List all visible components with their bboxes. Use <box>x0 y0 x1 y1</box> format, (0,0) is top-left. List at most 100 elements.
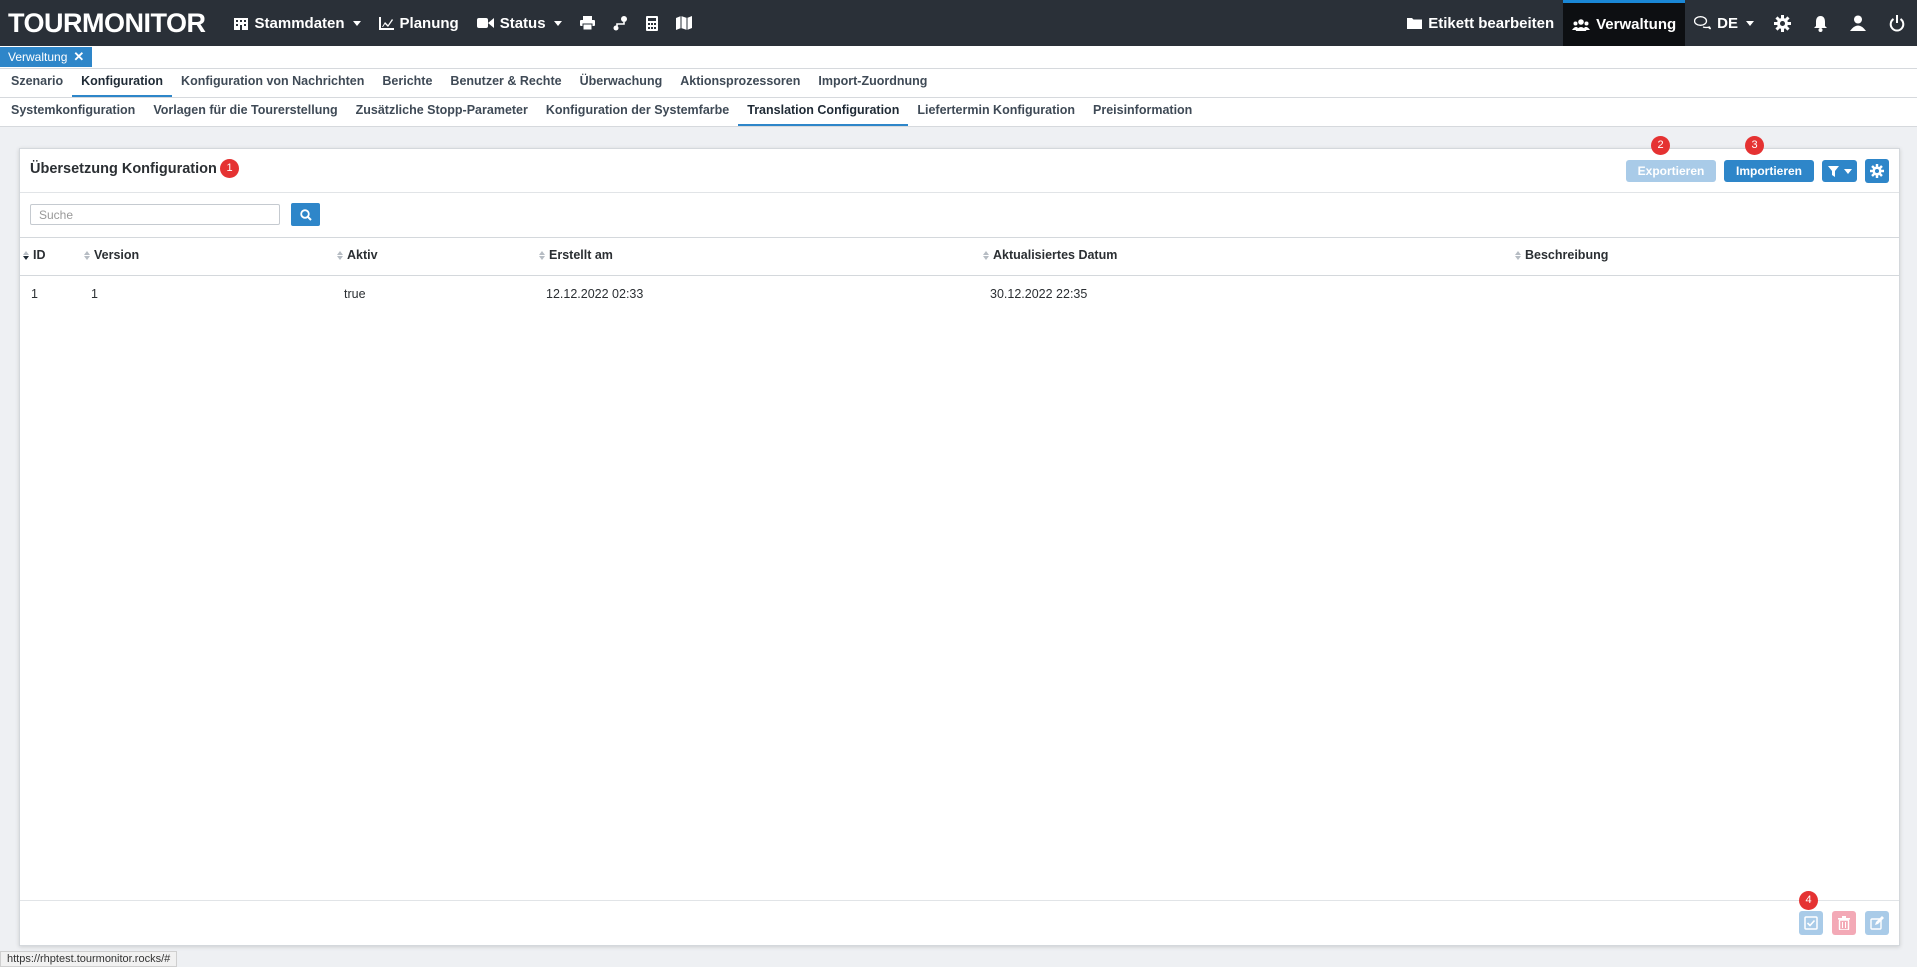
chevron-down-icon <box>352 20 361 26</box>
submenu-stopp-parameter[interactable]: Zusätzliche Stopp-Parameter <box>347 98 537 126</box>
search-icon <box>299 208 312 221</box>
nav-stammdaten-label: Stammdaten <box>254 14 345 32</box>
edit-icon <box>1870 916 1884 930</box>
select-all-button[interactable] <box>1799 911 1823 935</box>
table-row[interactable]: 1 1 true 12.12.2022 02:33 30.12.2022 22:… <box>20 276 1899 312</box>
profile-button[interactable] <box>1839 0 1877 46</box>
submenu-liefertermin[interactable]: Liefertermin Konfiguration <box>908 98 1084 126</box>
annotation-badge: 2 <box>1651 136 1670 155</box>
close-icon[interactable]: ✕ <box>73 49 84 65</box>
annotation-badge: 1 <box>220 159 239 178</box>
menu-szenario[interactable]: Szenario <box>2 69 72 97</box>
data-table: ID Version Aktiv Erstellt am Aktualisier… <box>20 237 1899 312</box>
chart-icon <box>378 16 394 30</box>
route-icon <box>613 15 627 30</box>
menu-konfiguration-nachrichten[interactable]: Konfiguration von Nachrichten <box>172 69 373 97</box>
chevron-down-icon <box>1746 20 1754 26</box>
config-submenu: Systemkonfiguration Vorlagen für die Tou… <box>0 98 1917 127</box>
cell-aktualisiert: 30.12.2022 22:35 <box>990 287 1088 301</box>
check-square-icon <box>1804 916 1818 930</box>
column-header-beschreibung[interactable]: Beschreibung <box>1515 248 1608 262</box>
brand-logo[interactable]: TOURMONITOR <box>8 8 206 39</box>
language-selector[interactable]: DE <box>1685 0 1763 46</box>
submenu-preisinformation[interactable]: Preisinformation <box>1084 98 1201 126</box>
top-navbar: TOURMONITOR Stammdaten Planung Status Et… <box>0 0 1917 46</box>
panel-footer: 4 <box>20 891 1899 946</box>
document-tab-strip: Verwaltung ✕ <box>0 46 1917 69</box>
column-header-label: Version <box>94 248 140 262</box>
menu-ueberwachung[interactable]: Überwachung <box>571 69 672 97</box>
edit-label-button[interactable]: Etikett bearbeiten <box>1398 0 1563 46</box>
gear-icon <box>1870 164 1884 178</box>
tab-verwaltung-label: Verwaltung <box>8 50 68 64</box>
notifications-button[interactable] <box>1802 0 1839 46</box>
column-header-label: Erstellt am <box>549 248 613 262</box>
building-icon <box>233 18 248 30</box>
menu-aktionsprozessoren[interactable]: Aktionsprozessoren <box>671 69 809 97</box>
submenu-systemfarbe[interactable]: Konfiguration der Systemfarbe <box>537 98 738 126</box>
column-header-label: Aktualisiertes Datum <box>993 248 1118 262</box>
logout-button[interactable] <box>1877 0 1917 46</box>
power-icon <box>1889 14 1905 32</box>
bell-icon <box>1814 15 1827 32</box>
filter-button[interactable] <box>1822 160 1857 182</box>
calculator-button[interactable] <box>637 0 667 46</box>
menu-konfiguration[interactable]: Konfiguration <box>72 69 173 97</box>
nav-planung[interactable]: Planung <box>370 0 468 46</box>
map-button[interactable] <box>667 0 701 46</box>
submenu-vorlagen[interactable]: Vorlagen für die Tourerstellung <box>144 98 346 126</box>
map-icon <box>675 16 692 30</box>
cell-id: 1 <box>31 287 38 301</box>
export-button[interactable]: Exportieren <box>1626 160 1716 182</box>
menu-import-zuordnung[interactable]: Import-Zuordnung <box>809 69 936 97</box>
cell-aktiv: true <box>344 287 366 301</box>
nav-stammdaten[interactable]: Stammdaten <box>224 0 370 46</box>
language-label: DE <box>1717 14 1738 32</box>
search-button[interactable] <box>291 203 320 226</box>
folder-icon <box>1407 18 1423 29</box>
nav-verwaltung[interactable]: Verwaltung <box>1563 0 1686 46</box>
video-icon <box>476 18 494 28</box>
route-button[interactable] <box>604 0 637 46</box>
calculator-icon <box>645 15 658 31</box>
cell-erstellt: 12.12.2022 02:33 <box>546 287 644 301</box>
cell-version: 1 <box>91 287 98 301</box>
print-button[interactable] <box>571 0 604 46</box>
sort-icon <box>539 250 545 260</box>
edit-button[interactable] <box>1865 911 1889 935</box>
nav-status[interactable]: Status <box>468 0 571 46</box>
submenu-systemkonfiguration[interactable]: Systemkonfiguration <box>2 98 144 126</box>
annotation-badge: 3 <box>1745 136 1764 155</box>
chevron-down-icon <box>553 20 562 26</box>
sort-icon <box>1515 250 1521 260</box>
table-settings-button[interactable] <box>1865 159 1889 183</box>
menu-benutzer-rechte[interactable]: Benutzer & Rechte <box>441 69 570 97</box>
user-icon <box>1850 15 1866 31</box>
print-icon <box>579 16 595 30</box>
gear-icon <box>1774 14 1791 32</box>
nav-verwaltung-label: Verwaltung <box>1596 16 1677 33</box>
nav-status-label: Status <box>499 14 546 32</box>
page-title: Übersetzung Konfiguration <box>30 161 217 177</box>
column-header-aktiv[interactable]: Aktiv <box>337 248 378 262</box>
sort-icon <box>84 250 90 260</box>
delete-button[interactable] <box>1832 911 1856 935</box>
settings-button[interactable] <box>1763 0 1802 46</box>
import-button[interactable]: Importieren <box>1724 160 1814 182</box>
sort-icon <box>983 250 989 260</box>
edit-label-text: Etikett bearbeiten <box>1428 14 1555 32</box>
column-header-aktualisiert[interactable]: Aktualisiertes Datum <box>983 248 1117 262</box>
panel-header: Übersetzung Konfiguration 1 2 3 Exportie… <box>20 136 1899 193</box>
search-input[interactable] <box>30 204 280 225</box>
column-header-version[interactable]: Version <box>84 248 139 262</box>
column-header-erstellt[interactable]: Erstellt am <box>539 248 613 262</box>
column-header-label: Aktiv <box>347 248 378 262</box>
menu-berichte[interactable]: Berichte <box>373 69 441 97</box>
sort-icon <box>337 250 343 260</box>
column-header-label: Beschreibung <box>1525 248 1609 262</box>
filter-icon <box>1827 165 1839 177</box>
admin-menu: Szenario Konfiguration Konfiguration von… <box>0 69 1917 98</box>
column-header-id[interactable]: ID <box>23 248 46 262</box>
tab-verwaltung[interactable]: Verwaltung ✕ <box>0 47 93 67</box>
submenu-translation-configuration[interactable]: Translation Configuration <box>738 98 909 126</box>
